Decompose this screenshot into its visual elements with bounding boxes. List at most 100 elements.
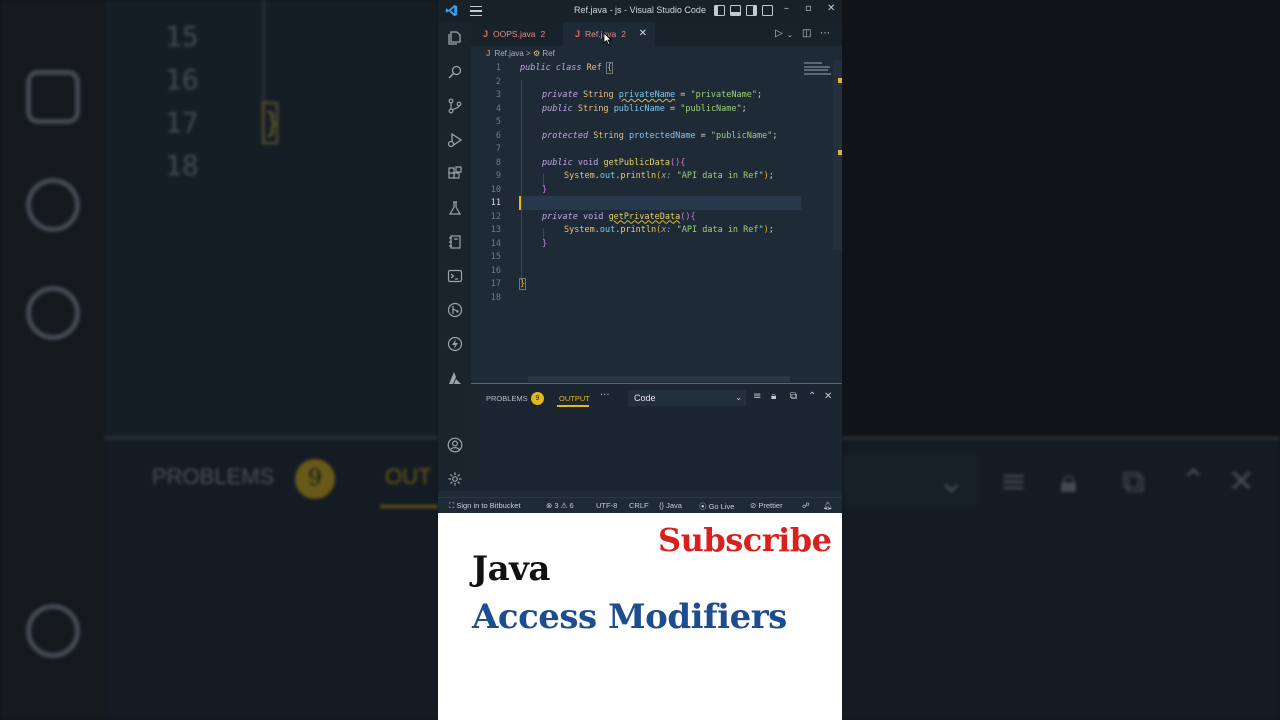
eol-status[interactable]: CRLF <box>629 501 649 510</box>
source-control-icon[interactable] <box>447 98 463 114</box>
customize-layout-icon[interactable] <box>762 5 773 16</box>
minimize-icon[interactable]: – <box>784 3 789 14</box>
terminal-icon[interactable] <box>447 268 463 284</box>
run-icon[interactable]: ▷ <box>775 28 783 39</box>
git-graph-icon[interactable] <box>447 302 463 318</box>
code-text: protected String protectedName = "public… <box>542 130 778 141</box>
explorer-icon[interactable] <box>447 30 463 46</box>
breadcrumb-symbol[interactable]: Ref <box>542 49 554 58</box>
search-icon[interactable] <box>447 64 463 80</box>
tab-output[interactable]: OUTPUT <box>559 394 590 403</box>
code-line: 14 } <box>471 238 801 252</box>
bitbucket-label: Sign in to Bitbucket <box>456 501 521 510</box>
code-text: System.out.println(x: "API data in Ref")… <box>564 225 774 235</box>
caption-card: Subscribe Java Access Modifiers <box>438 513 842 720</box>
code-text: } <box>542 184 548 195</box>
backdrop-lock-icon: 🔒︎ <box>1060 462 1078 500</box>
status-bar: ⛶ Sign in to Bitbucket ⊗ 3 ⚠ 6 UTF-8 CRL… <box>438 497 842 513</box>
notifications-bell-icon[interactable]: 🔔︎ <box>823 501 833 510</box>
vscode-window: Ref.java - js - Visual Studio Code – ▫ ✕ <box>438 0 842 513</box>
toggle-secondary-sidebar-icon[interactable] <box>746 5 757 16</box>
line-number: 13 <box>490 225 501 235</box>
tab-problems[interactable]: PROBLEMS <box>486 394 528 403</box>
maximize-icon[interactable]: ▫ <box>805 3 812 14</box>
warning-icon: ⚠ <box>560 501 568 510</box>
prettier-status[interactable]: ⊘ Prettier <box>750 501 783 510</box>
settings-gear-icon[interactable] <box>447 471 463 487</box>
minimap-line <box>804 69 828 71</box>
close-panel-icon[interactable]: ✕ <box>824 391 832 402</box>
error-count: 3 <box>554 501 559 510</box>
close-tab-icon[interactable]: ✕ <box>639 22 647 46</box>
clear-output-icon[interactable]: ≡ <box>753 391 761 402</box>
bitbucket-icon: ⛶ <box>449 501 455 510</box>
code-line: 5 <box>471 116 801 130</box>
toggle-panel-icon[interactable] <box>730 5 741 16</box>
testing-flask-icon[interactable] <box>447 200 463 216</box>
code-line: 2 <box>471 76 801 90</box>
maximize-panel-icon[interactable]: ⌃ <box>808 391 816 402</box>
java-file-icon: J <box>575 29 581 39</box>
problems-status[interactable]: ⊗ 3 ⚠ 6 <box>546 501 574 510</box>
toggle-sidebar-icon[interactable] <box>714 5 725 16</box>
lightning-icon[interactable] <box>447 336 463 352</box>
tab-oops-java[interactable]: J OOPS.java 2 <box>471 22 563 46</box>
activity-bar <box>438 22 471 491</box>
window-title: Ref.java - js - Visual Studio Code <box>574 5 706 15</box>
code-text: public String publicName = "publicName"; <box>542 103 747 114</box>
close-window-icon[interactable]: ✕ <box>827 3 835 14</box>
azure-icon[interactable] <box>447 370 463 386</box>
backdrop-left: 15 16 17 18 } PROBLEMS 9 OUT <box>0 0 438 720</box>
line-number: 10 <box>490 184 501 195</box>
line-number: 7 <box>495 144 501 154</box>
code-text: System.out.println(x: "API data in Ref")… <box>564 171 774 181</box>
line-number: 5 <box>495 117 501 127</box>
accounts-icon[interactable] <box>447 437 463 453</box>
backdrop-activity-bar <box>0 0 105 720</box>
editor-tab-bar: J OOPS.java 2 J Ref.java 2 ✕ ▷ ⌄ ◫ ⋯ <box>471 22 842 46</box>
backdrop-line-number: 17 <box>165 106 199 139</box>
braces-icon: {} <box>659 501 665 510</box>
prettier-check-icon: ⊘ <box>750 501 757 510</box>
vertical-scrollbar[interactable] <box>833 60 842 250</box>
error-icon: ⊗ <box>546 501 553 510</box>
language-status[interactable]: {} Java <box>659 501 682 510</box>
warning-count: 6 <box>569 501 574 510</box>
tab-problem-count: 2 <box>621 29 626 39</box>
mouse-cursor-icon <box>603 32 612 45</box>
run-dropdown-icon[interactable]: ⌄ <box>787 31 793 39</box>
split-editor-icon[interactable]: ◫ <box>802 28 811 39</box>
go-live-status[interactable]: ⦿ Go Live <box>699 501 734 512</box>
code-line: 16 <box>471 265 801 279</box>
backdrop-line-number: 16 <box>165 63 199 96</box>
code-line: 10 } <box>471 184 801 198</box>
breadcrumb-file[interactable]: Ref.java <box>494 49 523 58</box>
run-debug-icon[interactable] <box>447 132 463 148</box>
panel-more-icon[interactable]: ··· <box>600 390 610 401</box>
backdrop-gutter <box>105 0 438 437</box>
open-log-icon[interactable]: ⧉ <box>790 391 797 402</box>
code-line: 4 public String publicName = "publicName… <box>471 103 801 117</box>
broadcast-icon: ⦿ <box>699 502 707 511</box>
backdrop-line-number: 18 <box>165 149 199 182</box>
horizontal-scrollbar[interactable] <box>528 376 790 382</box>
code-line: 15 <box>471 251 801 265</box>
code-text: } <box>542 238 548 249</box>
code-text: public void getPublicData(){ <box>542 157 686 168</box>
notebook-icon[interactable] <box>447 234 463 250</box>
encoding-status[interactable]: UTF-8 <box>596 501 617 510</box>
extensions-icon[interactable] <box>447 166 463 182</box>
subscribe-text: Subscribe <box>658 521 832 559</box>
bottom-panel: PROBLEMS 9 OUTPUT ··· Code ⌄ ≡ 🔒︎ ⧉ ⌃ ✕ <box>471 383 842 491</box>
more-actions-icon[interactable]: ⋯ <box>820 28 830 39</box>
code-line: 9 System.out.println(x: "API data in Ref… <box>471 170 801 184</box>
backdrop-problems-label: PROBLEMS <box>152 464 275 489</box>
java-file-icon: J <box>486 49 491 58</box>
minimap[interactable] <box>804 62 834 82</box>
code-line: 13 System.out.println(x: "API data in Re… <box>471 224 801 238</box>
lock-scroll-icon[interactable]: 🔒︎ <box>771 391 776 402</box>
code-editor[interactable]: 1 public class Ref { 2 3 private String … <box>471 60 842 383</box>
feedback-icon[interactable]: ☍ <box>802 501 810 510</box>
bitbucket-status[interactable]: ⛶ Sign in to Bitbucket <box>449 501 521 511</box>
output-channel-select[interactable]: Code ⌄ <box>628 390 746 406</box>
